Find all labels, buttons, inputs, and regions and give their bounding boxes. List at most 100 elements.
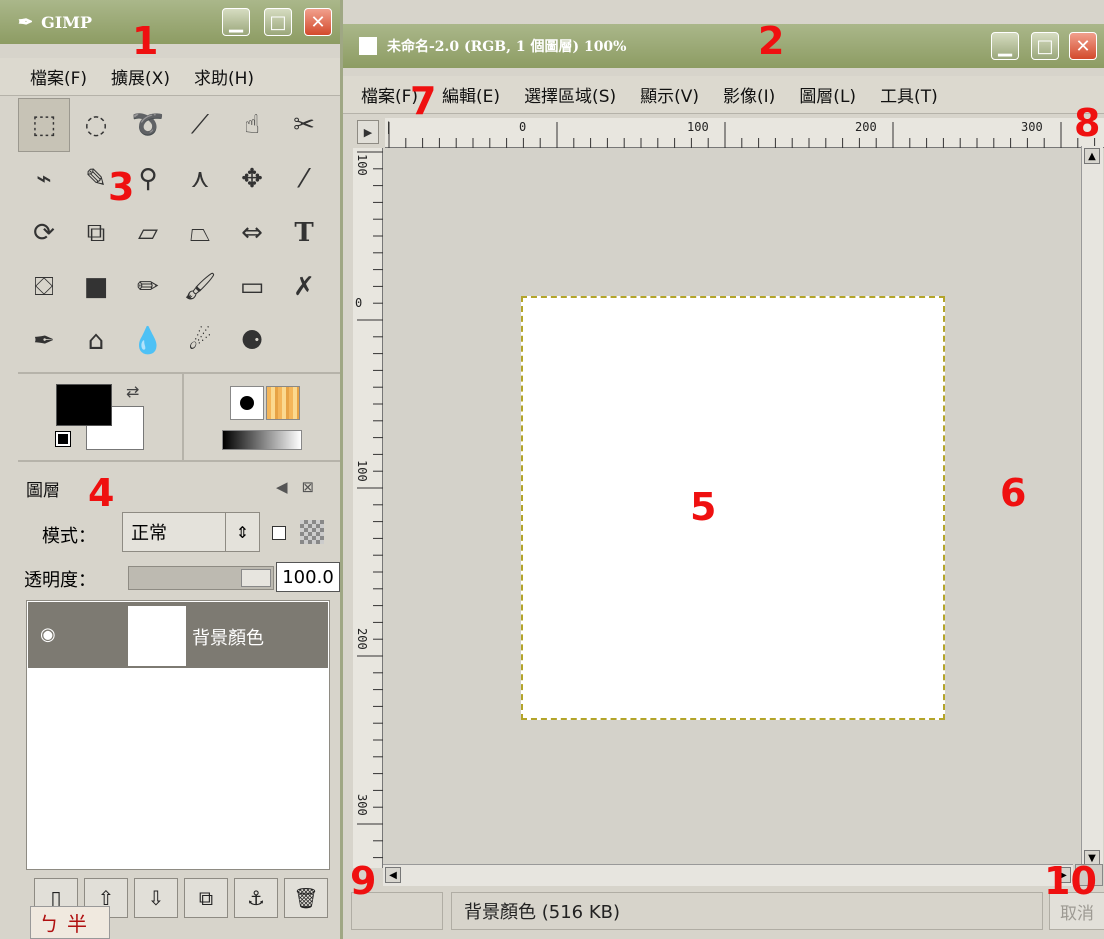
annotation-6: 6: [1000, 471, 1027, 515]
layer-name[interactable]: 背景顏色: [192, 624, 264, 650]
maximize-icon: □: [269, 11, 287, 33]
menu-tools[interactable]: 工具(T): [868, 82, 950, 107]
paths-icon[interactable]: ⌁: [18, 152, 70, 206]
image-canvas[interactable]: [521, 296, 945, 720]
lower-layer-button[interactable]: ⇩: [134, 878, 178, 918]
paintbrush-icon[interactable]: 🖌: [174, 260, 226, 314]
layers-dock-title: 圖層: [26, 481, 60, 501]
annotation-2: 2: [758, 19, 785, 63]
default-colors-icon[interactable]: [55, 431, 71, 447]
perspective-icon[interactable]: ⏢: [174, 206, 226, 260]
pattern-preview[interactable]: [266, 386, 300, 420]
opacity-input[interactable]: 100.0: [276, 562, 340, 592]
airbrush-icon[interactable]: ✗: [278, 260, 330, 314]
image-minimize-button[interactable]: ▁: [991, 32, 1019, 60]
eraser-icon[interactable]: ▭: [226, 260, 278, 314]
layer-list: ◉ 背景顏色: [26, 600, 330, 870]
pencil-icon[interactable]: ✏: [122, 260, 174, 314]
mode-select[interactable]: 正常 ⇕: [122, 512, 260, 552]
opacity-slider-handle[interactable]: [241, 569, 271, 587]
minimize-button[interactable]: ▁: [222, 8, 250, 36]
gradient-preview[interactable]: [222, 430, 302, 450]
horizontal-scrollbar[interactable]: ◀ ▶: [383, 864, 1073, 886]
rotate-icon[interactable]: ⟳: [18, 206, 70, 260]
menu-view[interactable]: 顯示(V): [628, 82, 711, 107]
keep-transparency-checkbox[interactable]: [272, 526, 286, 540]
scroll-up-icon[interactable]: ▲: [1084, 148, 1100, 164]
maximize-button[interactable]: □: [264, 8, 292, 36]
shear-icon[interactable]: ▱: [122, 206, 174, 260]
magic-wand-icon[interactable]: ⟋: [174, 98, 226, 152]
menu-help[interactable]: 求助(H): [182, 64, 266, 89]
dodge-burn-icon[interactable]: ⚈: [226, 314, 278, 368]
transparency-checker-icon: [300, 520, 324, 544]
scroll-left-icon[interactable]: ◀: [385, 867, 401, 883]
mode-spin-icon: ⇕: [225, 513, 259, 551]
mode-label: 模式：: [42, 526, 96, 547]
text-icon[interactable]: T: [278, 206, 330, 260]
anchor-layer-button[interactable]: ⚓: [234, 878, 278, 918]
minimize-icon: ▁: [998, 35, 1012, 57]
menu-edit[interactable]: 編輯(E): [430, 82, 512, 107]
image-window-icon: [359, 37, 377, 55]
mode-value: 正常: [131, 523, 167, 544]
ime-bopomofo[interactable]: ㄅ: [39, 908, 59, 937]
measure-icon[interactable]: ⋏: [174, 152, 226, 206]
select-by-color-icon[interactable]: ☝: [226, 98, 278, 152]
tool-grid: ⬚ ◌ ➰ ⟋ ☝ ✂ ⌁ ✎ ⚲ ⋏ ✥ ⁄ ⟳ ⧉ ▱ ⏢ ⇔ T ⛋ ■ ✏ 🖌 ▭ ✗ ✒ ⌂ 💧 ☄ ⚈: [18, 98, 338, 368]
scale-icon[interactable]: ⧉: [70, 206, 122, 260]
crop-icon[interactable]: ⁄: [278, 152, 330, 206]
dock-menu-icon[interactable]: ◀: [276, 478, 288, 496]
blur-icon[interactable]: 💧: [122, 314, 174, 368]
foreground-color-swatch[interactable]: [56, 384, 112, 426]
horizontal-ruler[interactable]: | 0 100 200 300: [385, 118, 1104, 148]
ruler-top-label: |: [385, 120, 393, 134]
dock-close-icon[interactable]: ⊠: [302, 478, 315, 496]
image-menubar: 檔案(F) 編輯(E) 選擇區域(S) 顯示(V) 影像(I) 圖層(L) 工具…: [343, 76, 1104, 114]
menu-arrow-icon: ▶: [363, 125, 373, 139]
vertical-scrollbar[interactable]: ▲ ▼: [1081, 146, 1103, 868]
minimize-icon: ▁: [229, 11, 243, 33]
ime-toolbar[interactable]: ㄅ 半: [30, 906, 110, 939]
swap-colors-icon[interactable]: ⇄: [126, 382, 139, 401]
menu-select[interactable]: 選擇區域(S): [512, 82, 628, 107]
blend-icon[interactable]: ■: [70, 260, 122, 314]
close-button[interactable]: ✕: [304, 8, 332, 36]
eye-icon[interactable]: ◉: [40, 624, 56, 645]
image-window: 未命名-2.0 (RGB, 1 個圖層) 100% ▁ □ ✕ 檔案(F) 編輯…: [343, 0, 1104, 939]
image-maximize-button[interactable]: □: [1031, 32, 1059, 60]
menu-extensions[interactable]: 擴展(X): [99, 64, 182, 89]
ime-halfwidth[interactable]: 半: [67, 908, 87, 937]
flip-icon[interactable]: ⇔: [226, 206, 278, 260]
gimp-desktop: ✒ GIMP ▁ □ ✕ 檔案(F) 擴展(X) 求助(H) ⬚ ◌ ➰ ⟋ ☝ ✂ ⌁ ✎ ⚲…: [0, 0, 1104, 939]
bucket-fill-icon[interactable]: ⛋: [18, 260, 70, 314]
smudge-icon[interactable]: ☄: [174, 314, 226, 368]
duplicate-layer-button[interactable]: ⧉: [184, 878, 228, 918]
close-icon: ✕: [1075, 35, 1091, 57]
menu-image[interactable]: 影像(I): [711, 82, 787, 107]
menu-file[interactable]: 檔案(F): [18, 64, 99, 89]
image-titlebar[interactable]: 未命名-2.0 (RGB, 1 個圖層) 100% ▁ □ ✕: [343, 24, 1104, 68]
layer-row[interactable]: ◉ 背景顏色: [28, 602, 328, 668]
ellipse-select-icon[interactable]: ◌: [70, 98, 122, 152]
vertical-ruler[interactable]: 100 0 100 200 300: [353, 148, 383, 868]
opacity-slider[interactable]: [128, 566, 274, 590]
annotation-10: 10: [1044, 859, 1097, 903]
toolbox-titlebar[interactable]: ✒ GIMP ▁ □ ✕: [0, 0, 340, 44]
annotation-5: 5: [690, 485, 717, 529]
delete-layer-button[interactable]: 🗑: [284, 878, 328, 918]
rect-select-icon[interactable]: ⬚: [18, 98, 70, 152]
move-icon[interactable]: ✥: [226, 152, 278, 206]
ink-icon[interactable]: ✒: [18, 314, 70, 368]
clone-icon[interactable]: ⌂: [70, 314, 122, 368]
image-close-button[interactable]: ✕: [1069, 32, 1097, 60]
canvas-area[interactable]: [383, 148, 1080, 868]
menu-layer[interactable]: 圖層(L): [787, 82, 868, 107]
close-icon: ✕: [310, 11, 326, 33]
vertical-ruler-ticks: [357, 151, 383, 859]
annotation-4: 4: [88, 471, 115, 515]
scissors-select-icon[interactable]: ✂: [278, 98, 330, 152]
brush-preview[interactable]: [230, 386, 264, 420]
lasso-icon[interactable]: ➰: [122, 98, 174, 152]
quick-mask-toggle-button[interactable]: ▶: [357, 120, 379, 144]
